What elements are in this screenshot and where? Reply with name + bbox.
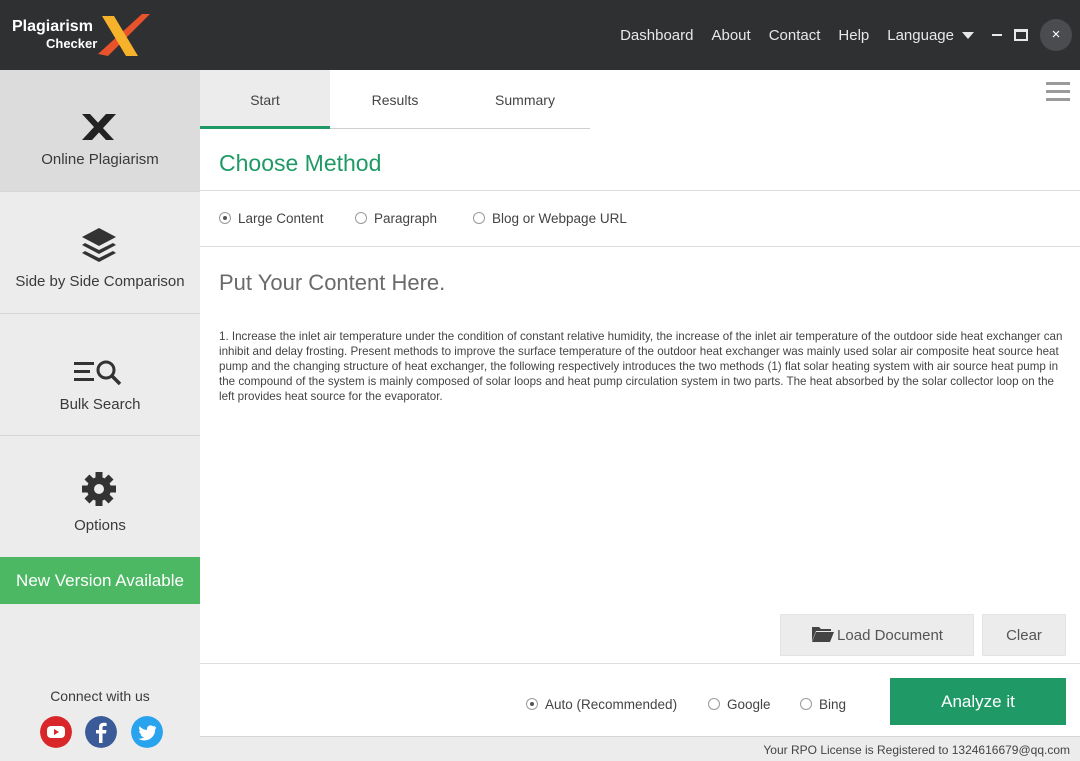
sidebar: Online Plagiarism Side by Side Compariso… <box>0 70 200 761</box>
language-dropdown[interactable]: Language <box>887 27 974 44</box>
engine-google[interactable]: Google <box>708 697 771 712</box>
analyze-button[interactable]: Analyze it <box>890 678 1066 725</box>
app-logo: Plagiarism Checker <box>12 10 162 60</box>
divider <box>200 190 1080 191</box>
radio-unchecked-icon <box>355 212 367 225</box>
method-label: Paragraph <box>374 211 438 226</box>
layers-icon <box>82 228 116 262</box>
tab-summary[interactable]: Summary <box>460 70 590 129</box>
tab-bar: Start Results Summary <box>200 70 590 129</box>
minimize-button[interactable] <box>992 34 1002 36</box>
sidebar-item-label: Options <box>74 517 126 534</box>
engine-bing[interactable]: Bing <box>800 697 846 712</box>
sidebar-item-label: Online Plagiarism <box>41 151 159 168</box>
method-large-content[interactable]: Large Content <box>219 211 324 226</box>
chevron-down-icon <box>962 31 974 39</box>
nav-contact[interactable]: Contact <box>769 27 821 44</box>
method-blog-url[interactable]: Blog or Webpage URL <box>473 211 627 226</box>
sidebar-item-label: Bulk Search <box>59 396 141 413</box>
sidebar-item-side-by-side[interactable]: Side by Side Comparison <box>0 192 200 314</box>
folder-icon <box>812 627 835 642</box>
radio-unchecked-icon <box>800 698 812 711</box>
nav-help[interactable]: Help <box>838 27 869 44</box>
new-version-banner[interactable]: New Version Available <box>0 557 200 604</box>
sidebar-item-bulk-search[interactable]: Bulk Search <box>0 314 200 436</box>
radio-checked-icon <box>526 698 538 711</box>
method-paragraph[interactable]: Paragraph <box>355 211 437 226</box>
sidebar-item-label: Side by Side Comparison <box>15 273 185 290</box>
gear-icon <box>82 472 116 506</box>
tab-start[interactable]: Start <box>200 70 330 129</box>
license-text: Your RPO License is Registered to 132461… <box>763 743 1070 757</box>
list-search-icon <box>74 360 122 386</box>
twitter-icon[interactable] <box>131 716 163 748</box>
radio-checked-icon <box>219 212 231 225</box>
engine-label: Bing <box>819 697 847 712</box>
content-heading: Put Your Content Here. <box>219 270 446 295</box>
divider <box>200 246 1080 247</box>
method-label: Large Content <box>238 211 324 226</box>
nav-dashboard[interactable]: Dashboard <box>620 27 693 44</box>
tab-results[interactable]: Results <box>330 70 460 129</box>
status-bar: Your RPO License is Registered to 132461… <box>200 736 1080 761</box>
maximize-button[interactable] <box>1014 29 1028 41</box>
engine-label: Google <box>727 697 771 712</box>
radio-unchecked-icon <box>473 212 485 225</box>
sidebar-item-online-plagiarism[interactable]: Online Plagiarism <box>0 70 200 192</box>
logo-x-icon <box>98 14 150 56</box>
clear-button[interactable]: Clear <box>982 614 1066 656</box>
page-title: Choose Method <box>219 150 382 176</box>
nav-about[interactable]: About <box>711 27 750 44</box>
load-document-button[interactable]: Load Document <box>780 614 974 656</box>
engine-auto[interactable]: Auto (Recommended) <box>526 697 677 712</box>
content-text-area[interactable]: 1. Increase the inlet air temperature un… <box>219 329 1071 404</box>
x-logo-icon <box>82 114 116 140</box>
connect-label: Connect with us <box>50 688 150 704</box>
language-label: Language <box>887 26 954 44</box>
engine-label: Auto (Recommended) <box>545 697 678 712</box>
facebook-icon[interactable] <box>85 716 117 748</box>
hamburger-menu-icon[interactable] <box>1046 82 1070 102</box>
logo-text-line1: Plagiarism <box>12 18 93 35</box>
divider <box>200 663 1080 664</box>
sidebar-item-options[interactable]: Options <box>0 436 200 558</box>
main-panel: Start Results Summary Choose Method Larg… <box>200 70 1080 761</box>
top-navigation: Dashboard About Contact Help Language × <box>620 0 1080 70</box>
youtube-icon[interactable] <box>40 716 72 748</box>
radio-unchecked-icon <box>708 698 720 711</box>
logo-text-line2: Checker <box>46 36 98 51</box>
method-label: Blog or Webpage URL <box>492 211 627 226</box>
title-bar: Plagiarism Checker Dashboard About Conta… <box>0 0 1080 70</box>
close-button[interactable]: × <box>1040 19 1072 51</box>
load-document-label: Load Document <box>837 627 943 644</box>
